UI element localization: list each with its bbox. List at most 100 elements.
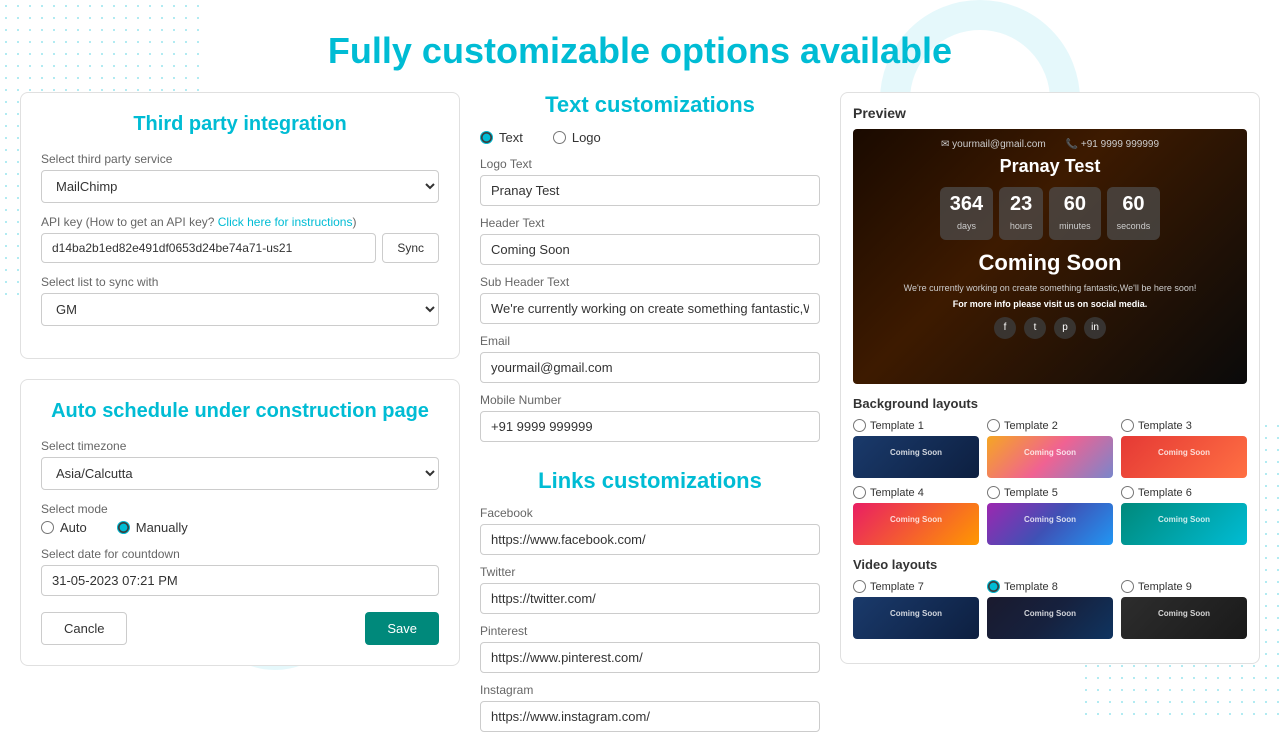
logo-text-label: Logo Text (480, 157, 820, 171)
template-8-label: Template 8 (1004, 581, 1058, 593)
email-input[interactable] (480, 352, 820, 383)
sub-header-label: Sub Header Text (480, 275, 820, 289)
service-label: Select third party service (41, 152, 439, 166)
countdown-row: 364 days 23 hours 60 minutes 60 seconds (853, 187, 1247, 240)
cancel-button[interactable]: Cancle (41, 612, 127, 645)
api-key-input[interactable] (41, 233, 376, 263)
template-5-label: Template 5 (1004, 487, 1058, 499)
facebook-icon: f (994, 317, 1016, 339)
date-row: Select date for countdown (41, 547, 439, 596)
text-radio[interactable] (480, 131, 493, 144)
api-key-input-row: Sync (41, 233, 439, 263)
mode-auto-label[interactable]: Auto (41, 520, 87, 535)
template-2-radio-row[interactable]: Template 2 (987, 419, 1058, 432)
api-key-link[interactable]: Click here for instructions (218, 215, 353, 229)
preview-name: Pranay Test (853, 156, 1247, 177)
header-text-label: Header Text (480, 216, 820, 230)
timezone-select[interactable]: Asia/Calcutta UTC America/New_York (41, 457, 439, 490)
content-area: Third party integration Select third par… (0, 92, 1280, 742)
links-customizations-title: Links customizations (480, 468, 820, 494)
preview-label: Preview (853, 105, 1247, 121)
template-8-radio[interactable] (987, 580, 1000, 593)
template-8-thumb: Coming Soon (987, 597, 1113, 639)
template-4-radio[interactable] (853, 486, 866, 499)
preview-card: Preview ✉ yourmail@gmail.com 📞 +91 9999 … (840, 92, 1260, 664)
video-layouts-title: Video layouts (853, 557, 1247, 572)
list-row: Select list to sync with GM List 1 List … (41, 275, 439, 326)
auto-schedule-title: Auto schedule under construction page (41, 400, 439, 423)
template-item-5: Template 5 Coming Soon (987, 486, 1113, 545)
countdown-minutes: 60 minutes (1049, 187, 1101, 240)
sync-button[interactable]: Sync (382, 233, 439, 263)
twitter-icon: t (1024, 317, 1046, 339)
template-4-thumb: Coming Soon (853, 503, 979, 545)
template-item-7: Template 7 Coming Soon (853, 580, 979, 639)
video-templates-grid: Template 7 Coming Soon Template 8 Coming… (853, 580, 1247, 639)
mode-manually-radio[interactable] (117, 521, 130, 534)
template-5-thumb: Coming Soon (987, 503, 1113, 545)
template-3-radio[interactable] (1121, 419, 1134, 432)
logo-radio[interactable] (553, 131, 566, 144)
template-item-2: Template 2 Coming Soon (987, 419, 1113, 478)
instagram-icon: in (1084, 317, 1106, 339)
preview-bold-text: For more info please visit us on social … (853, 299, 1247, 309)
template-item-8: Template 8 Coming Soon (987, 580, 1113, 639)
template-2-radio[interactable] (987, 419, 1000, 432)
pinterest-input[interactable] (480, 642, 820, 673)
template-5-radio-row[interactable]: Template 5 (987, 486, 1058, 499)
template-item-6: Template 6 Coming Soon (1121, 486, 1247, 545)
template-4-radio-row[interactable]: Template 4 (853, 486, 924, 499)
twitter-input[interactable] (480, 583, 820, 614)
third-party-title: Third party integration (41, 113, 439, 136)
facebook-label: Facebook (480, 506, 820, 520)
template-1-label: Template 1 (870, 420, 924, 432)
preview-phone-icon: 📞 +91 9999 999999 (1066, 139, 1159, 150)
template-7-radio-row[interactable]: Template 7 (853, 580, 924, 593)
mode-auto-radio[interactable] (41, 521, 54, 534)
auto-schedule-section: Auto schedule under construction page Se… (20, 379, 460, 666)
template-4-label: Template 4 (870, 487, 924, 499)
mode-radio-group: Auto Manually (41, 520, 439, 535)
text-radio-label[interactable]: Text (480, 130, 523, 145)
template-9-radio-row[interactable]: Template 9 (1121, 580, 1192, 593)
logo-text-input[interactable] (480, 175, 820, 206)
template-item-4: Template 4 Coming Soon (853, 486, 979, 545)
mobile-input[interactable] (480, 411, 820, 442)
header-text-input[interactable] (480, 234, 820, 265)
social-icons-row: f t p in (853, 317, 1247, 339)
date-input[interactable] (41, 565, 439, 596)
template-6-radio-row[interactable]: Template 6 (1121, 486, 1192, 499)
list-label: Select list to sync with (41, 275, 439, 289)
twitter-label: Twitter (480, 565, 820, 579)
save-button[interactable]: Save (365, 612, 439, 645)
template-7-radio[interactable] (853, 580, 866, 593)
logo-radio-label[interactable]: Logo (553, 130, 601, 145)
facebook-input[interactable] (480, 524, 820, 555)
template-9-thumb: Coming Soon (1121, 597, 1247, 639)
bg-templates-grid: Template 1 Coming Soon Template 2 Coming… (853, 419, 1247, 545)
countdown-seconds: 60 seconds (1107, 187, 1161, 240)
bg-layouts-title: Background layouts (853, 396, 1247, 411)
timezone-row: Select timezone Asia/Calcutta UTC Americ… (41, 439, 439, 490)
template-6-radio[interactable] (1121, 486, 1134, 499)
preview-contact-row: ✉ yourmail@gmail.com 📞 +91 9999 999999 (853, 129, 1247, 156)
template-1-radio[interactable] (853, 419, 866, 432)
template-6-label: Template 6 (1138, 487, 1192, 499)
pinterest-label: Pinterest (480, 624, 820, 638)
sub-header-input[interactable] (480, 293, 820, 324)
service-select[interactable]: MailChimp ActiveCampaign ConvertKit (41, 170, 439, 203)
template-9-radio[interactable] (1121, 580, 1134, 593)
template-7-thumb: Coming Soon (853, 597, 979, 639)
preview-subtext: We're currently working on create someth… (853, 282, 1247, 295)
template-5-radio[interactable] (987, 486, 1000, 499)
template-8-radio-row[interactable]: Template 8 (987, 580, 1058, 593)
template-1-radio-row[interactable]: Template 1 (853, 419, 924, 432)
instagram-input[interactable] (480, 701, 820, 732)
api-key-row: API key (How to get an API key? Click he… (41, 215, 439, 263)
template-1-thumb: Coming Soon (853, 436, 979, 478)
template-item-3: Template 3 Coming Soon (1121, 419, 1247, 478)
list-select[interactable]: GM List 1 List 2 (41, 293, 439, 326)
mode-manually-label[interactable]: Manually (117, 520, 188, 535)
preview-image: ✉ yourmail@gmail.com 📞 +91 9999 999999 P… (853, 129, 1247, 384)
template-3-radio-row[interactable]: Template 3 (1121, 419, 1192, 432)
